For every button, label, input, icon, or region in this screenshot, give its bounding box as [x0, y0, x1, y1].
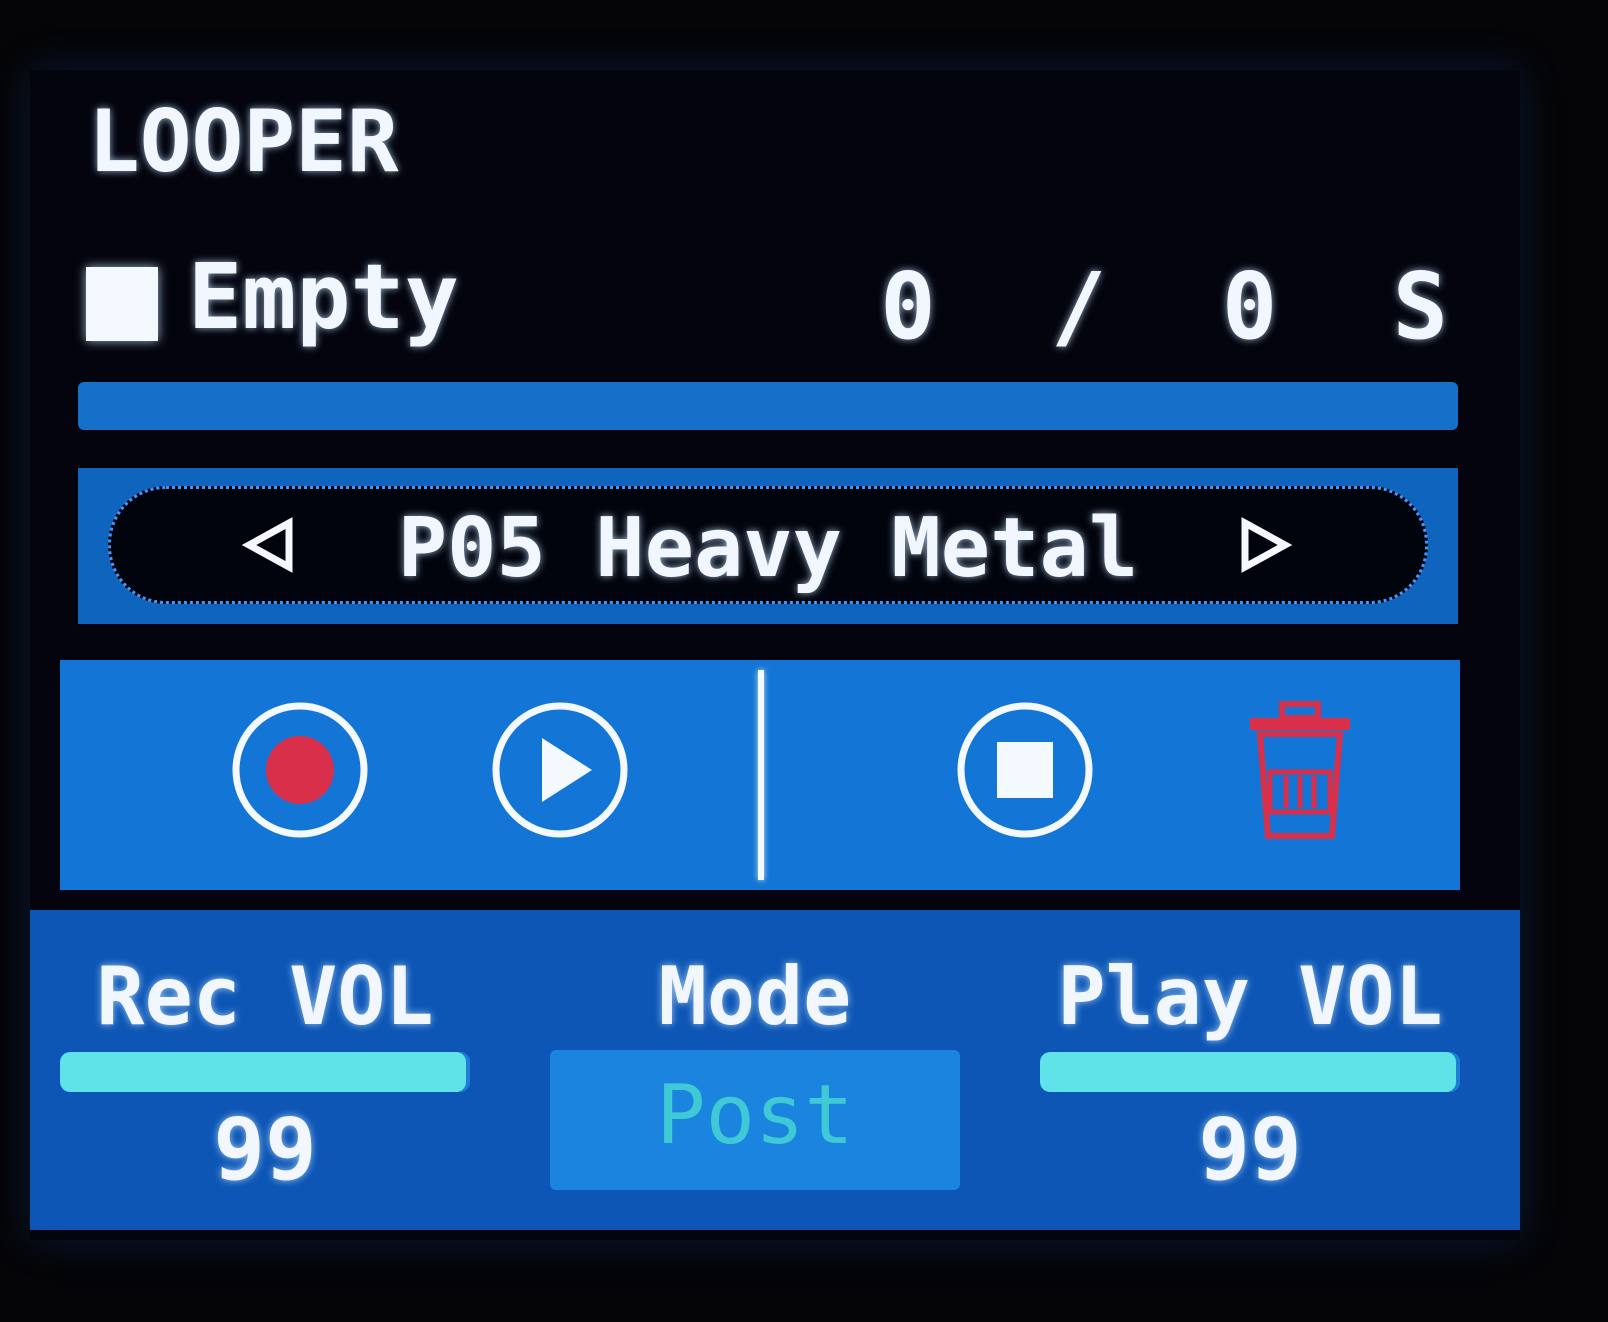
transport-divider: [758, 670, 764, 880]
preset-band: P05 Heavy Metal: [78, 468, 1458, 624]
play-vol-fill: [1040, 1052, 1456, 1092]
status-row: Empty 0 / 0 S: [86, 245, 1486, 365]
rec-vol-fill: [60, 1052, 466, 1092]
record-button[interactable]: [220, 690, 380, 850]
stop-icon: [957, 702, 1093, 838]
mode-control[interactable]: Mode Post: [540, 910, 970, 1230]
triangle-right-icon[interactable]: [1235, 515, 1295, 575]
play-vol-slider[interactable]: [1040, 1052, 1460, 1092]
looper-screen: LOOPER Empty 0 / 0 S P05 Heavy Metal Rec…: [30, 70, 1520, 1240]
status-indicator-icon: [86, 267, 158, 341]
play-button[interactable]: [480, 690, 640, 850]
trash-icon: [1250, 701, 1350, 839]
transport-controls: [60, 660, 1460, 890]
mode-value: Post: [656, 1068, 854, 1163]
delete-button[interactable]: [1220, 690, 1380, 850]
parameter-panel: Rec VOL 99 Mode Post Play VOL 99: [30, 910, 1520, 1230]
status-label: Empty: [188, 245, 459, 350]
loop-counter: 0 / 0 S: [880, 253, 1478, 360]
rec-vol-control[interactable]: Rec VOL 99: [50, 910, 480, 1230]
play-icon: [492, 702, 628, 838]
stop-button[interactable]: [945, 690, 1105, 850]
mode-label: Mode: [658, 950, 852, 1043]
play-vol-label: Play VOL: [1057, 950, 1443, 1043]
rec-vol-label: Rec VOL: [96, 950, 434, 1043]
play-vol-control[interactable]: Play VOL 99: [1030, 910, 1470, 1230]
page-title: LOOPER: [88, 92, 399, 192]
preset-name: P05 Heavy Metal: [397, 501, 1139, 596]
mode-selector[interactable]: Post: [550, 1050, 960, 1190]
play-vol-value: 99: [1198, 1100, 1302, 1200]
rec-vol-value: 99: [213, 1100, 317, 1200]
preset-selector[interactable]: P05 Heavy Metal: [108, 486, 1428, 604]
record-icon: [232, 702, 368, 838]
loop-progress-bar: [78, 382, 1458, 430]
rec-vol-slider[interactable]: [60, 1052, 470, 1092]
